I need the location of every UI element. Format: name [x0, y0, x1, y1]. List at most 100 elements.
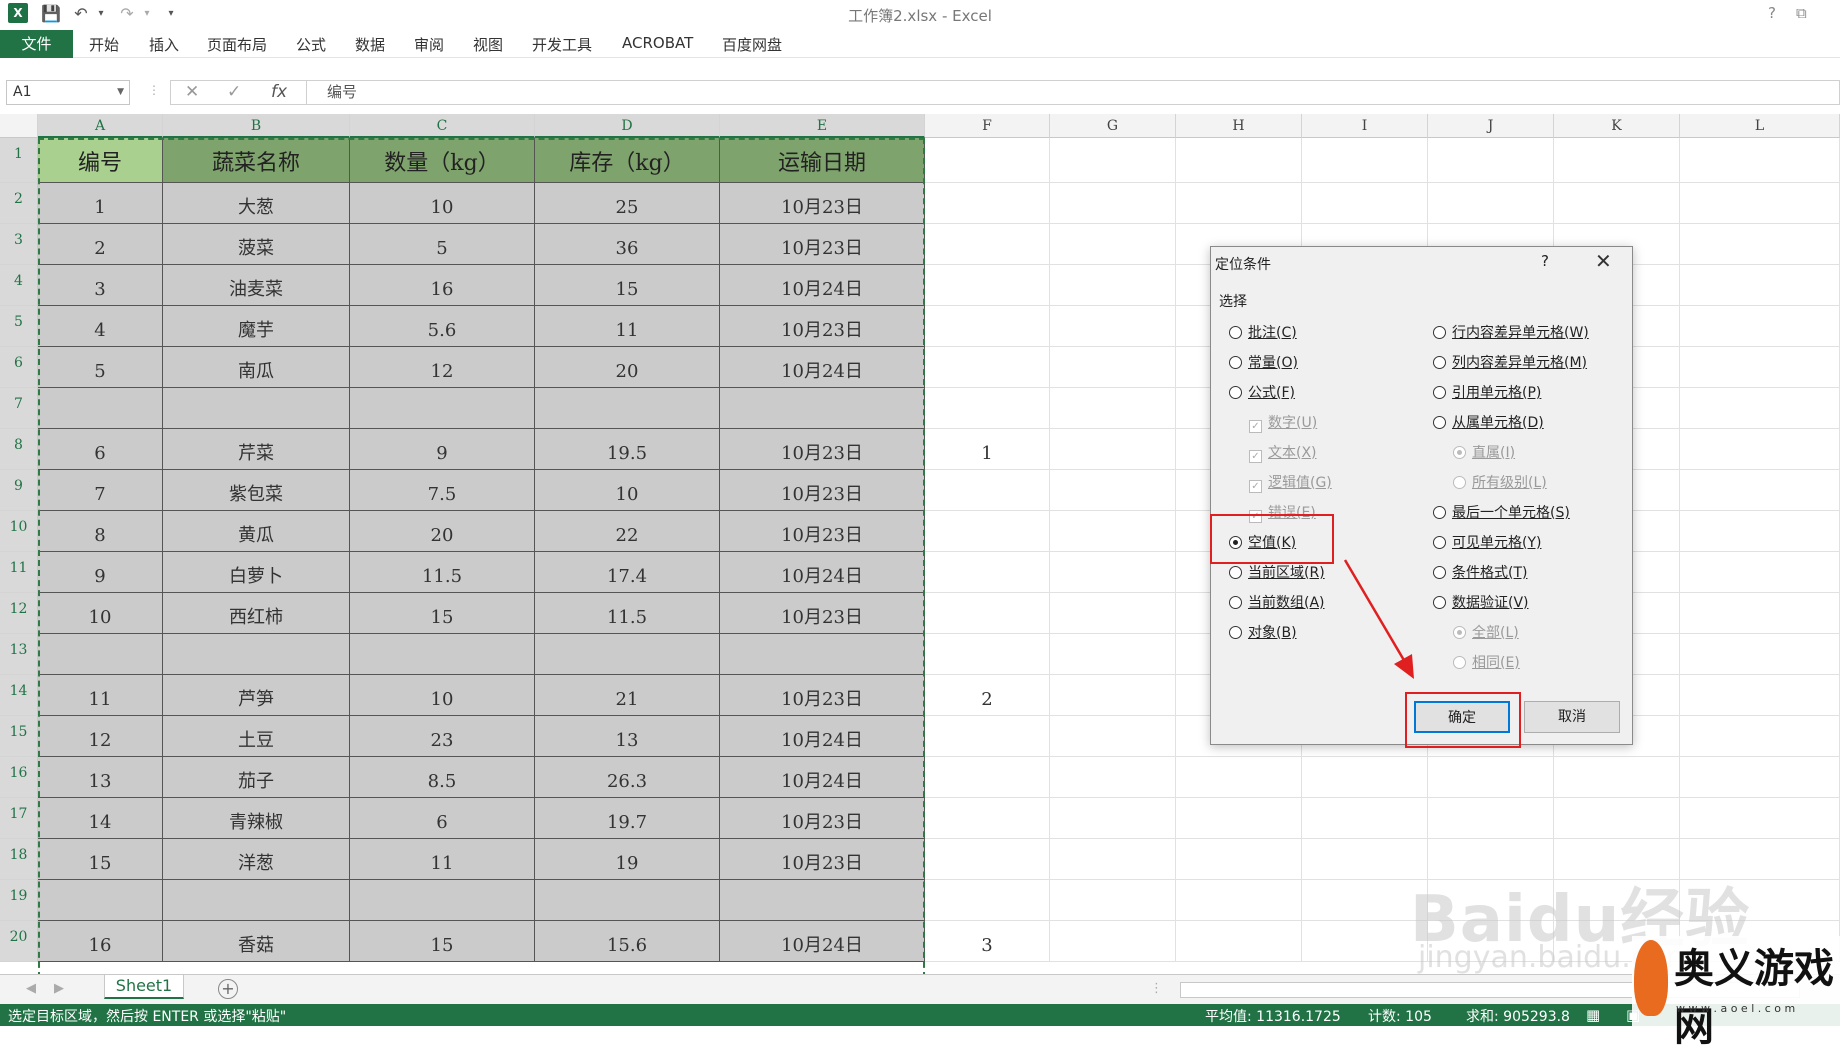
- table-cell[interactable]: 10月24日: [720, 716, 925, 757]
- grid-cell[interactable]: [1176, 798, 1302, 839]
- grid-cell[interactable]: [1680, 224, 1840, 265]
- table-cell[interactable]: 11: [350, 839, 535, 880]
- table-cell[interactable]: 6: [38, 429, 163, 470]
- grid-cell[interactable]: [1176, 183, 1302, 224]
- grid-cell[interactable]: [1176, 757, 1302, 798]
- grid-cell[interactable]: [925, 716, 1050, 757]
- table-cell[interactable]: [350, 634, 535, 675]
- table-cell[interactable]: [163, 388, 350, 429]
- f-column-cell[interactable]: 2: [925, 675, 1050, 716]
- grid-cell[interactable]: [1050, 552, 1176, 593]
- tab-review[interactable]: 审阅: [414, 34, 444, 55]
- radio-icon[interactable]: [1433, 506, 1446, 519]
- grid-cell[interactable]: [1302, 798, 1428, 839]
- sheet-prev-icon[interactable]: ◀: [26, 981, 36, 996]
- table-cell[interactable]: 10月24日: [720, 347, 925, 388]
- table-cell[interactable]: [163, 634, 350, 675]
- grid-cell[interactable]: [1680, 306, 1840, 347]
- grid-cell[interactable]: [1680, 634, 1840, 675]
- tab-formulas[interactable]: 公式: [296, 34, 326, 55]
- grid-cell[interactable]: [1050, 798, 1176, 839]
- grid-cell[interactable]: [925, 265, 1050, 306]
- grid-cell[interactable]: [1680, 511, 1840, 552]
- right-option-10[interactable]: 数据验证(V): [1433, 593, 1529, 613]
- table-cell[interactable]: 7.5: [350, 470, 535, 511]
- table-cell[interactable]: [163, 880, 350, 921]
- table-cell[interactable]: 13: [535, 716, 720, 757]
- table-cell[interactable]: [535, 880, 720, 921]
- row-header-20[interactable]: 20: [0, 921, 38, 962]
- grid-cell[interactable]: [1050, 388, 1176, 429]
- insert-function-icon[interactable]: fx: [271, 82, 287, 102]
- table-cell[interactable]: [720, 388, 925, 429]
- help-icon[interactable]: ?: [1541, 252, 1549, 270]
- grid-cell[interactable]: [1050, 675, 1176, 716]
- grid-cell[interactable]: [1680, 798, 1840, 839]
- tab-page-layout[interactable]: 页面布局: [207, 34, 267, 55]
- tab-file[interactable]: 文件: [0, 30, 73, 58]
- table-cell[interactable]: 11.5: [350, 552, 535, 593]
- table-cell[interactable]: 10月23日: [720, 183, 925, 224]
- grid-cell[interactable]: [925, 839, 1050, 880]
- radio-icon[interactable]: [1229, 566, 1242, 579]
- radio-icon[interactable]: [1229, 356, 1242, 369]
- row-header-15[interactable]: 15: [0, 716, 38, 757]
- grid-cell[interactable]: [925, 593, 1050, 634]
- table-cell[interactable]: 10月23日: [720, 839, 925, 880]
- grid-cell[interactable]: [1176, 839, 1302, 880]
- row-header-1[interactable]: 1: [0, 138, 38, 183]
- cancel-icon[interactable]: ✕: [185, 82, 199, 102]
- table-cell[interactable]: 10月24日: [720, 552, 925, 593]
- radio-icon[interactable]: [1433, 566, 1446, 579]
- table-cell[interactable]: 10: [350, 183, 535, 224]
- grid-cell[interactable]: [1554, 798, 1680, 839]
- splitter-dots-icon[interactable]: ⋮: [148, 83, 160, 97]
- table-cell[interactable]: 青辣椒: [163, 798, 350, 839]
- grid-cell[interactable]: [1050, 921, 1176, 962]
- row-header-14[interactable]: 14: [0, 675, 38, 716]
- row-header-9[interactable]: 9: [0, 470, 38, 511]
- grid-cell[interactable]: [925, 470, 1050, 511]
- grid-cell[interactable]: [1680, 429, 1840, 470]
- table-cell[interactable]: [38, 388, 163, 429]
- column-header-i[interactable]: I: [1302, 114, 1428, 138]
- table-cell[interactable]: 10月23日: [720, 224, 925, 265]
- grid-cell[interactable]: [1176, 138, 1302, 183]
- grid-cell[interactable]: [1554, 757, 1680, 798]
- table-cell[interactable]: 23: [350, 716, 535, 757]
- table-cell[interactable]: 7: [38, 470, 163, 511]
- table-cell[interactable]: 10月23日: [720, 429, 925, 470]
- normal-view-icon[interactable]: ▦: [1586, 1006, 1600, 1024]
- table-cell[interactable]: 9: [350, 429, 535, 470]
- grid-cell[interactable]: [925, 388, 1050, 429]
- table-cell[interactable]: [350, 880, 535, 921]
- splitter-dots-icon[interactable]: ⋮: [1150, 981, 1163, 996]
- right-option-2[interactable]: 列内容差异单元格(M): [1433, 353, 1587, 373]
- grid-cell[interactable]: [1050, 470, 1176, 511]
- table-cell[interactable]: [535, 388, 720, 429]
- grid-cell[interactable]: [1428, 798, 1554, 839]
- grid-cell[interactable]: [1050, 429, 1176, 470]
- grid-cell[interactable]: [1680, 716, 1840, 757]
- table-cell[interactable]: 19.5: [535, 429, 720, 470]
- grid-cell[interactable]: [1302, 138, 1428, 183]
- radio-icon[interactable]: [1229, 626, 1242, 639]
- left-option-3[interactable]: 公式(F): [1229, 383, 1295, 403]
- table-cell[interactable]: 洋葱: [163, 839, 350, 880]
- table-cell[interactable]: 15: [38, 839, 163, 880]
- tab-baidu-netdisk[interactable]: 百度网盘: [722, 34, 782, 55]
- table-cell[interactable]: [720, 634, 925, 675]
- row-header-19[interactable]: 19: [0, 880, 38, 921]
- cancel-button[interactable]: 取消: [1524, 701, 1620, 733]
- column-header-j[interactable]: J: [1428, 114, 1554, 138]
- row-header-4[interactable]: 4: [0, 265, 38, 306]
- column-header-f[interactable]: F: [925, 114, 1050, 138]
- table-cell[interactable]: 香菇: [163, 921, 350, 962]
- f-column-cell[interactable]: 3: [925, 921, 1050, 962]
- grid-cell[interactable]: [1428, 757, 1554, 798]
- radio-icon[interactable]: [1433, 416, 1446, 429]
- column-header-c[interactable]: C: [350, 114, 535, 138]
- table-cell[interactable]: [38, 880, 163, 921]
- tab-insert[interactable]: 插入: [149, 34, 179, 55]
- table-cell[interactable]: 6: [350, 798, 535, 839]
